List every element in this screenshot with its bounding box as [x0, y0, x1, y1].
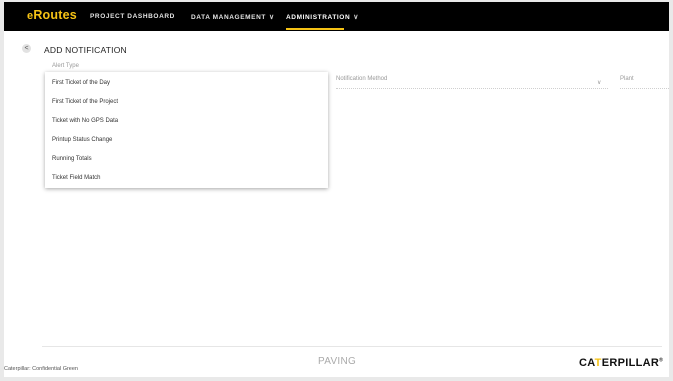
back-button[interactable]: < [22, 44, 31, 53]
plant-label: Plant [620, 76, 634, 82]
nav-administration[interactable]: ADMINISTRATION ∨ [286, 13, 359, 21]
notification-method-select[interactable] [336, 88, 608, 89]
chevron-down-icon[interactable]: ∨ [597, 79, 601, 86]
page-title: ADD NOTIFICATION [44, 45, 127, 55]
dropdown-option[interactable]: Printup Status Change [52, 137, 112, 143]
alert-type-label: Alert Type [52, 63, 79, 69]
chevron-down-icon: ∨ [353, 14, 359, 21]
notification-method-label: Notification Method [336, 76, 388, 82]
nav-label: ADMINISTRATION [286, 14, 351, 21]
product-name: PAVING [318, 356, 357, 367]
dropdown-option[interactable]: First Ticket of the Project [52, 99, 118, 105]
nav-project-dashboard[interactable]: PROJECT DASHBOARD [90, 13, 175, 20]
dropdown-option[interactable]: Ticket with No GPS Data [52, 118, 118, 124]
chevron-left-icon: < [24, 45, 29, 52]
nav-label: DATA MANAGEMENT [191, 14, 266, 21]
dropdown-option[interactable]: Running Totals [52, 156, 92, 162]
dropdown-option[interactable]: Ticket Field Match [52, 175, 100, 181]
confidential-notice: Caterpillar: Confidential Green [4, 366, 78, 372]
top-nav-bar: eRoutes PROJECT DASHBOARD DATA MANAGEMEN… [4, 2, 669, 31]
logo-main: Routes [33, 8, 77, 22]
plant-select[interactable] [620, 88, 669, 89]
dropdown-option[interactable]: First Ticket of the Day [52, 80, 110, 86]
caterpillar-logo: CATERPILLAR® [579, 357, 663, 369]
trademark: ® [659, 357, 664, 364]
brand-pre: CA [579, 357, 595, 369]
chevron-down-icon: ∨ [268, 14, 275, 21]
eroutes-logo[interactable]: eRoutes [27, 8, 77, 22]
brand-triangle: T [594, 357, 602, 369]
nav-data-management[interactable]: DATA MANAGEMENT ∨ [191, 13, 275, 21]
alert-type-dropdown: First Ticket of the Day First Ticket of … [45, 72, 328, 188]
app-frame: eRoutes PROJECT DASHBOARD DATA MANAGEMEN… [4, 2, 669, 377]
brand-post: ERPILLAR [601, 357, 660, 369]
footer-divider [42, 346, 662, 347]
nav-label: PROJECT DASHBOARD [90, 13, 175, 20]
active-nav-indicator [286, 28, 344, 30]
